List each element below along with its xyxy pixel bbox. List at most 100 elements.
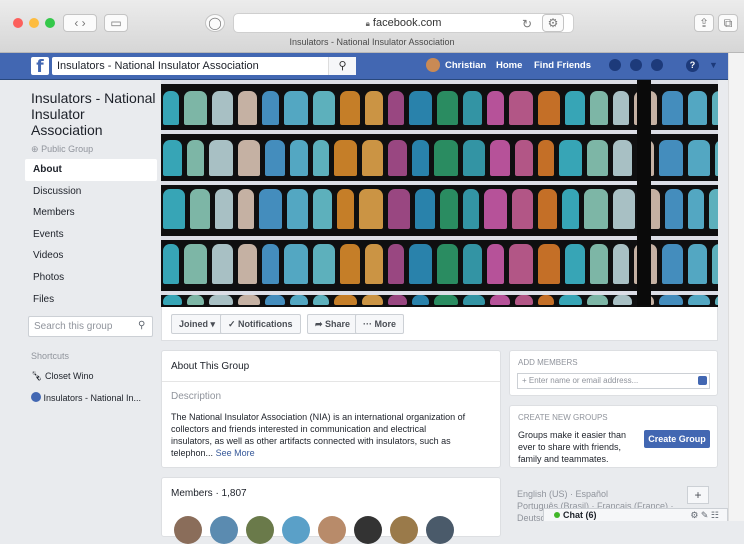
insulator-shape (190, 189, 210, 229)
nav-item-videos[interactable]: Videos (25, 245, 157, 267)
privacy-icon[interactable]: ◯ (205, 14, 225, 32)
cover-photo[interactable] (161, 80, 718, 307)
contacts-icon[interactable] (698, 376, 707, 385)
group-name[interactable]: Insulators - National Insulator Associat… (31, 90, 157, 138)
insulator-shape (313, 91, 335, 125)
search-icon[interactable]: ⚲ (328, 57, 356, 75)
members-count[interactable]: Members · 1,807 (171, 488, 247, 499)
insulator-shape (688, 140, 710, 176)
insulator-shape (209, 295, 233, 305)
insulator-shape (184, 91, 207, 125)
shortcut-insulators[interactable]: Insulators - National In... (31, 392, 141, 403)
add-members-label: ADD MEMBERS (518, 358, 578, 367)
insulator-shape (538, 244, 560, 284)
nav-item-discussion[interactable]: Discussion (25, 181, 157, 203)
insulator-shape (688, 91, 707, 125)
insulator-shape (313, 295, 329, 305)
create-group-button[interactable]: Create Group (644, 430, 710, 448)
create-group-line: Groups make it easier than (518, 430, 627, 440)
insulator-shape (587, 295, 608, 305)
add-members-input[interactable]: + Enter name or email address... (517, 373, 710, 389)
avatar[interactable] (426, 516, 454, 544)
nav-item-files[interactable]: Files (25, 289, 157, 311)
zoom-window-button[interactable] (45, 18, 55, 28)
more-button[interactable]: ··· More (355, 314, 404, 334)
insulator-shape (662, 91, 683, 125)
insulator-shape (262, 244, 279, 284)
friend-requests-icon[interactable] (609, 59, 621, 71)
group-search-icon[interactable]: ⚲ (138, 320, 145, 331)
notifications-icon[interactable] (651, 59, 663, 71)
insulator-shape (163, 189, 185, 229)
close-window-button[interactable] (13, 18, 23, 28)
share-icon[interactable]: ⇪ (694, 14, 714, 32)
reload-icon[interactable]: ↻ (518, 16, 536, 34)
add-language-button[interactable]: + (687, 486, 709, 504)
insulator-shape (337, 189, 354, 229)
insulator-shape (388, 140, 407, 176)
shortcut-closet-wino[interactable]: 🍾︎ Closet Wino (31, 371, 93, 382)
insulator-shape (412, 140, 429, 176)
insulator-shape (238, 244, 257, 284)
insulator-shape (512, 189, 533, 229)
avatar[interactable] (174, 516, 202, 544)
tabs-icon[interactable]: ⧉ (718, 14, 738, 32)
language-line[interactable]: English (US) · Español (517, 488, 674, 500)
back-forward-buttons[interactable]: ‹ › (63, 14, 97, 32)
account-menu-icon[interactable]: ▼ (709, 60, 718, 70)
nav-item-about[interactable]: About (25, 159, 157, 181)
notifications-button[interactable]: ✓ Notifications (220, 314, 301, 334)
insulator-shape (388, 295, 407, 305)
avatar[interactable] (210, 516, 238, 544)
chat-bar[interactable]: Chat (6) ⚙ ✎ ☷ (543, 508, 728, 521)
extension-icon[interactable]: ⚙ (542, 14, 564, 32)
avatar[interactable] (426, 58, 440, 72)
nav-item-photos[interactable]: Photos (25, 267, 157, 289)
scrollbar[interactable] (728, 53, 744, 521)
insulator-shape (313, 244, 335, 284)
insulator-shape (434, 295, 458, 305)
avatar[interactable] (246, 516, 274, 544)
insulator-shape (187, 295, 204, 305)
find-friends-link[interactable]: Find Friends (534, 60, 591, 71)
help-icon[interactable]: ? (686, 59, 699, 72)
insulator-shape (715, 295, 718, 305)
group-search-input[interactable]: Search this group (28, 316, 153, 337)
insulator-shape (290, 140, 308, 176)
insulator-shape (538, 295, 554, 305)
insulator-shape (590, 244, 608, 284)
joined-button[interactable]: Joined ▾ (171, 314, 224, 334)
insulator-shape (409, 244, 432, 284)
tab-title[interactable]: Insulators - National Insulator Associat… (0, 37, 744, 47)
chat-settings-icon[interactable]: ⚙ ✎ ☷ (690, 509, 719, 521)
search-input[interactable]: Insulators - National Insulator Associat… (52, 57, 356, 75)
members-card: Members · 1,807 (161, 477, 501, 544)
minimize-window-button[interactable] (29, 18, 39, 28)
insulator-shape (688, 295, 710, 305)
insulator-shape (313, 189, 332, 229)
nav-item-events[interactable]: Events (25, 224, 157, 246)
see-more-link[interactable]: See More (216, 448, 255, 458)
home-link[interactable]: Home (496, 60, 522, 71)
nav-item-members[interactable]: Members (25, 202, 157, 224)
insulator-shape (715, 140, 718, 176)
avatar[interactable] (354, 516, 382, 544)
messages-icon[interactable] (630, 59, 642, 71)
insulator-shape (265, 295, 285, 305)
chat-label: Chat (6) (563, 510, 597, 520)
insulator-shape (509, 91, 533, 125)
facebook-logo-icon[interactable]: f (31, 57, 49, 77)
avatar[interactable] (282, 516, 310, 544)
sidebar-toggle-icon[interactable]: ▭ (104, 14, 128, 32)
insulator-shape (334, 140, 357, 176)
insulator-shape (184, 244, 207, 284)
insulator-shape (287, 189, 308, 229)
insulator-shape (187, 140, 204, 176)
avatar[interactable] (390, 516, 418, 544)
insulator-shape (163, 140, 182, 176)
share-button[interactable]: ➦ Share (307, 314, 359, 334)
lock-icon: 🔒︎ (365, 19, 370, 28)
avatar[interactable] (318, 516, 346, 544)
insulator-shape (362, 140, 383, 176)
profile-link[interactable]: Christian (445, 60, 486, 71)
